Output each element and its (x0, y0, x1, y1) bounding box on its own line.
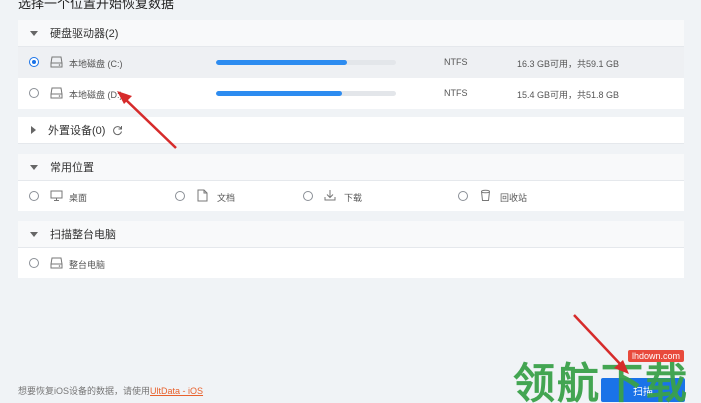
recycle-bin-icon (481, 189, 490, 201)
document-icon (197, 189, 208, 202)
section-hard-drives-header[interactable]: 硬盘驱动器(2) (18, 20, 684, 47)
section-external-label: 外置设备(0) (48, 125, 106, 137)
drive-row-c[interactable]: 本地磁盘 (C:) NTFS 16.3 GB可用，共59.1 GB (18, 47, 684, 78)
location-recycle-bin-label: 回收站 (500, 193, 528, 203)
hard-disk-icon (50, 56, 63, 68)
hard-disk-icon (50, 87, 63, 99)
download-icon (324, 190, 336, 201)
common-locations: 桌面 文档 下载 回收站 (18, 181, 684, 211)
section-full-scan-label: 扫描整台电脑 (50, 229, 116, 241)
desktop-icon (50, 190, 63, 201)
section-hard-drives-label: 硬盘驱动器(2) (50, 28, 119, 40)
chevron-right-icon[interactable] (31, 126, 36, 134)
drive-c-name: 本地磁盘 (C:) (69, 59, 123, 69)
location-documents-radio[interactable] (175, 191, 185, 201)
drive-c-usage-bar (216, 60, 396, 65)
drive-d-usage-bar (216, 91, 396, 96)
location-whole-computer-radio[interactable] (29, 258, 39, 268)
refresh-icon[interactable] (112, 125, 123, 136)
drive-c-filesystem: NTFS (444, 57, 468, 67)
location-downloads-label: 下载 (344, 193, 363, 203)
full-scan-options: 整台电脑 (18, 248, 684, 278)
drive-d-capacity: 15.4 GB可用，共51.8 GB (517, 90, 620, 100)
drive-d-name: 本地磁盘 (D:) (69, 90, 123, 100)
section-full-scan-header[interactable]: 扫描整台电脑 (18, 221, 684, 248)
footer-hint-text: 想要恢复iOS设备的数据，请使用 (18, 386, 151, 396)
hard-disk-icon (50, 257, 63, 269)
location-documents-label: 文档 (217, 193, 236, 203)
chevron-down-icon[interactable] (30, 30, 38, 36)
footer-hint: 想要恢复iOS设备的数据，请使用UltData - iOS (18, 384, 203, 397)
location-downloads-radio[interactable] (303, 191, 313, 201)
page-title: 选择一个位置开始恢复数据 (18, 0, 175, 11)
location-whole-computer-label: 整台电脑 (69, 260, 106, 270)
location-desktop-label: 桌面 (69, 193, 88, 203)
chevron-down-icon[interactable] (30, 231, 38, 237)
drive-c-radio[interactable] (29, 57, 39, 67)
location-desktop-radio[interactable] (29, 191, 39, 201)
drive-d-usage-fill (216, 91, 342, 96)
drive-d-filesystem: NTFS (444, 88, 468, 98)
drive-c-capacity: 16.3 GB可用，共59.1 GB (517, 59, 620, 69)
section-common-header[interactable]: 常用位置 (18, 154, 684, 181)
drive-row-d[interactable]: 本地磁盘 (D:) NTFS 15.4 GB可用，共51.8 GB (18, 78, 684, 109)
chevron-down-icon[interactable] (30, 164, 38, 170)
section-common-label: 常用位置 (50, 162, 94, 174)
section-external-header[interactable]: 外置设备(0) (18, 117, 684, 144)
ultdata-ios-link[interactable]: UltData - iOS (150, 386, 203, 396)
location-recycle-bin-radio[interactable] (458, 191, 468, 201)
drive-list: 本地磁盘 (C:) NTFS 16.3 GB可用，共59.1 GB 本地磁盘 (… (18, 47, 684, 109)
drive-c-usage-fill (216, 60, 348, 65)
drive-d-radio[interactable] (29, 88, 39, 98)
watermark-url: lhdown.com (628, 350, 685, 362)
